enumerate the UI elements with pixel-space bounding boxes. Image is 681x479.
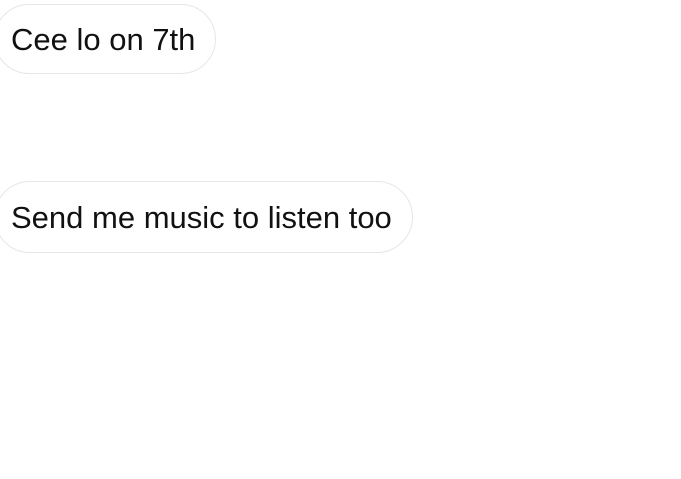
messages-screen: { "messages": [ { "text": "Cee lo on 7th… <box>0 0 681 479</box>
message-text: Cee lo on 7th <box>11 21 196 57</box>
message-bubble[interactable]: Send me music to listen too <box>0 181 413 253</box>
message-bubble[interactable]: Cee lo on 7th <box>0 4 217 74</box>
message-text: Send me music to listen too <box>11 199 392 235</box>
